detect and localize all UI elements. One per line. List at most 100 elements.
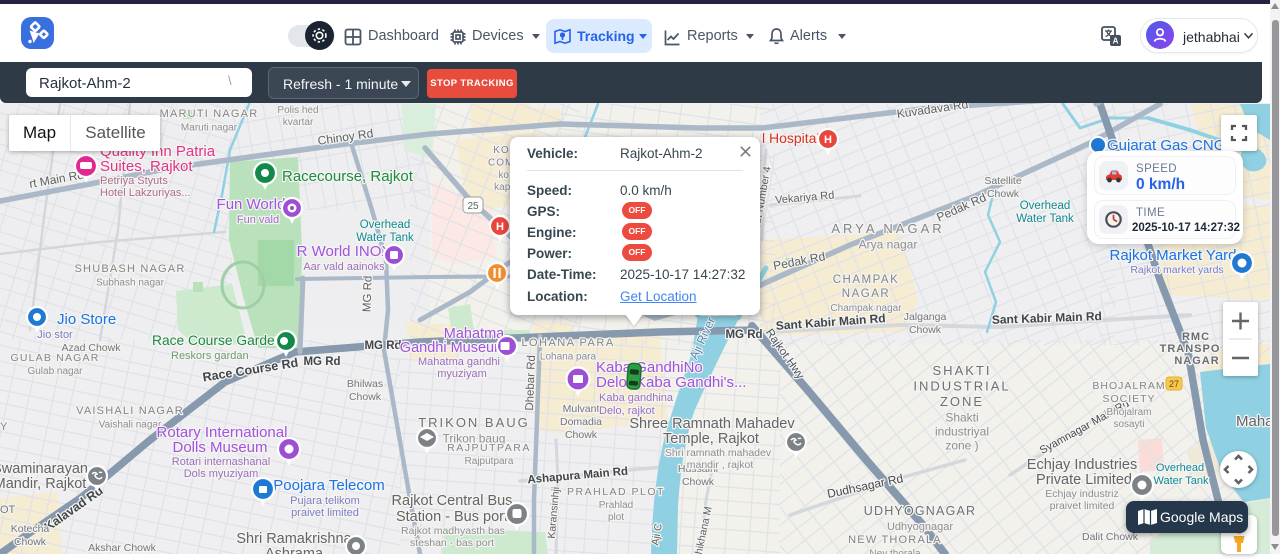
svg-text:Maha: Maha (1236, 413, 1270, 430)
svg-text:Kaba gandhina: Kaba gandhina (599, 392, 674, 404)
svg-text:TRIKON BAUG: TRIKON BAUG (418, 415, 530, 430)
svg-text:SOCIETY: SOCIETY (1102, 393, 1155, 405)
svg-text:Mahatma gandhi: Mahatma gandhi (418, 356, 500, 368)
svg-text:Rajkot Market Yard: Rajkot Market Yard (1110, 247, 1237, 264)
svg-text:MG Rd: MG Rd (364, 340, 401, 352)
svg-text:CHAMPAK: CHAMPAK (833, 274, 900, 286)
svg-text:Echjay industriz: Echjay industriz (1045, 488, 1119, 500)
svg-text:MARUTI NAGAR: MARUTI NAGAR (160, 108, 259, 120)
svg-text:Chowk: Chowk (682, 476, 715, 488)
svg-text:l Hospital: l Hospital (762, 130, 820, 146)
svg-text:Dols myuziyam: Dols myuziyam (184, 468, 259, 480)
svg-text:Mandir, Rajkot: Mandir, Rajkot (0, 476, 86, 492)
svg-text:Shree Ramnath Mahadev: Shree Ramnath Mahadev (629, 416, 795, 432)
svg-text:Pujara telikom: Pujara telikom (290, 495, 360, 507)
svg-text:praivet limited: praivet limited (1050, 500, 1115, 512)
svg-text:Shri Ramakrishna: Shri Ramakrishna (236, 531, 352, 547)
svg-text:sosayti: sosayti (1113, 419, 1144, 430)
svg-text:Fun World: Fun World (217, 196, 286, 213)
svg-text:Water Tank: Water Tank (1153, 475, 1209, 487)
svg-text:Poojara Telecom: Poojara Telecom (273, 477, 384, 494)
svg-text:Chowk: Chowk (14, 536, 47, 548)
svg-text:Chowk: Chowk (565, 429, 598, 441)
svg-text:A: A (1113, 37, 1119, 46)
svg-text:Overhead: Overhead (1156, 462, 1204, 474)
svg-text:Prahlad: Prahlad (599, 500, 633, 511)
svg-text:ARYA NAGAR: ARYA NAGAR (831, 221, 944, 236)
svg-text:Vaishali nagar: Vaishali nagar (99, 420, 162, 431)
svg-text:Bhojalram: Bhojalram (1106, 407, 1151, 418)
svg-text:Temple, Rajkot: Temple, Rajkot (663, 431, 759, 447)
svg-text:myuziyam: myuziyam (437, 368, 487, 380)
svg-text:NEW THORALA: NEW THORALA (848, 534, 942, 546)
svg-text:INDUSTRIAL: INDUSTRIAL (913, 379, 1010, 394)
svg-text:Azad Chowk: Azad Chowk (62, 342, 122, 354)
svg-text:Aar vald aainoks: Aar vald aainoks (303, 261, 385, 273)
svg-text:Rajkot Central Bus: Rajkot Central Bus (392, 493, 513, 509)
svg-text:Rajkot madhyasth bas: Rajkot madhyasth bas (401, 525, 505, 537)
svg-text:Lohana para: Lohana para (540, 352, 597, 363)
svg-text:steshan - bas port: steshan - bas port (410, 537, 494, 549)
svg-text:Rajkot market yards: Rajkot market yards (1130, 264, 1223, 276)
svg-text:Y: Y (0, 421, 8, 433)
svg-text:27: 27 (1169, 379, 1179, 389)
svg-text:Subhash nagar: Subhash nagar (96, 278, 165, 289)
svg-text:H: H (824, 134, 832, 146)
svg-text:kvartar: kvartar (283, 117, 314, 128)
svg-text:Hotel Lakzuriyas...: Hotel Lakzuriyas... (100, 187, 190, 199)
svg-text:UDHYOGNAGAR: UDHYOGNAGAR (864, 504, 977, 518)
svg-text:Maruti nagar: Maruti nagar (181, 123, 238, 134)
svg-text:Arya nagar: Arya nagar (859, 238, 918, 252)
svg-text:Dolls Museum: Dolls Museum (172, 439, 267, 456)
svg-text:MG Rd: MG Rd (303, 356, 340, 368)
svg-text:Racecourse, Rajkot: Racecourse, Rajkot (282, 168, 414, 185)
svg-text:Water Tank: Water Tank (1016, 213, 1074, 225)
svg-text:NAGAR: NAGAR (842, 288, 890, 300)
svg-text:RMC: RMC (1182, 331, 1210, 343)
svg-text:Jio Store: Jio Store (57, 311, 116, 328)
svg-text:Polis hed: Polis hed (277, 105, 318, 116)
svg-text:Fun vald: Fun vald (237, 214, 279, 226)
svg-text:Echjay Industries: Echjay Industries (1027, 457, 1137, 473)
svg-text:Gandhi Museum: Gandhi Museum (400, 340, 506, 356)
svg-text:RAJPUTPARA: RAJPUTPARA (447, 442, 531, 454)
svg-text:Bhilwas: Bhilwas (347, 378, 383, 390)
svg-text:BHOJALRAM: BHOJALRAM (1092, 380, 1165, 392)
svg-text:Dalit Chowk: Dalit Chowk (1082, 531, 1139, 543)
svg-text:Ashrama: Ashrama (265, 546, 324, 554)
svg-text:Suites, Rajkot: Suites, Rajkot (100, 158, 193, 175)
svg-text:Shri ramnath mahadev: Shri ramnath mahadev (665, 447, 772, 459)
svg-text:PRAHLAD PLOT: PRAHLAD PLOT (567, 486, 665, 498)
svg-text:Chowk: Chowk (987, 188, 1020, 200)
svg-text:OT: OT (0, 504, 16, 516)
svg-text:Udhyognagar: Udhyognagar (887, 521, 953, 533)
svg-text:praivet limited: praivet limited (291, 507, 359, 519)
svg-text:H: H (496, 221, 504, 233)
svg-text:Mulvant: Mulvant (563, 403, 600, 415)
svg-text:SHUBASH NAGAR: SHUBASH NAGAR (75, 263, 186, 275)
svg-text:Dhebar Rd: Dhebar Rd (524, 355, 538, 411)
svg-text:VAISHALI NAGAR: VAISHALI NAGAR (76, 405, 184, 417)
svg-text:Overhead: Overhead (1020, 200, 1071, 212)
svg-text:Private Limited: Private Limited (1036, 472, 1132, 488)
svg-text:Jio stor: Jio stor (37, 329, 73, 341)
svg-text:Swaminarayan: Swaminarayan (0, 461, 88, 477)
svg-text:Domadia: Domadia (560, 416, 602, 428)
svg-text:MG Rd: MG Rd (725, 329, 762, 341)
svg-text:LOHANA PARA: LOHANA PARA (521, 337, 614, 349)
svg-text:Satellite: Satellite (984, 175, 1022, 187)
svg-text:Shakti: Shakti (945, 411, 978, 425)
svg-text:plot: plot (608, 512, 624, 523)
svg-text:Chowk: Chowk (349, 391, 382, 403)
svg-text:Station - Bus port: Station - Bus port (396, 509, 508, 525)
svg-text:Jalganga: Jalganga (904, 311, 947, 323)
svg-text:zone ): zone ) (945, 439, 978, 453)
svg-text:25: 25 (467, 201, 479, 212)
svg-text:Rajputpara: Rajputpara (465, 456, 514, 467)
svg-text:Kotecha: Kotecha (11, 523, 50, 535)
svg-text:Overhead: Overhead (360, 219, 411, 231)
svg-text:R World INOX: R World INOX (297, 243, 392, 260)
svg-text:Gulab nagar: Gulab nagar (27, 366, 83, 377)
svg-text:industriyal: industriyal (935, 425, 989, 439)
svg-text:Delo (Kaba Gandhi's...: Delo (Kaba Gandhi's... (596, 374, 746, 391)
